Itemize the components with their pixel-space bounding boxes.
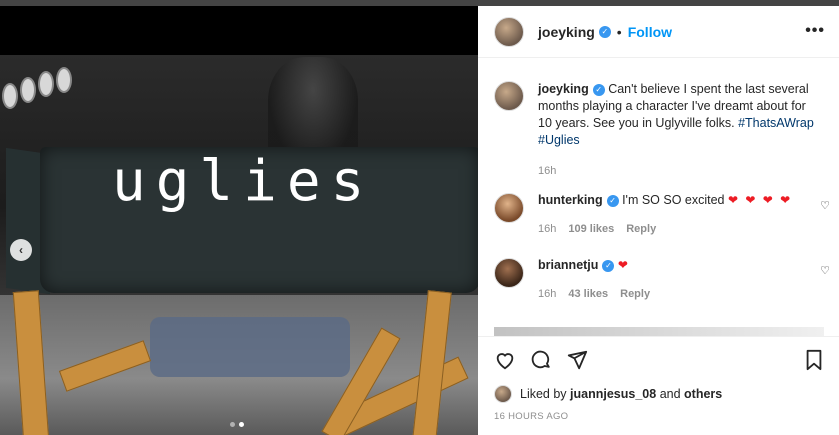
post-header: joeyking ✓ • Follow •••: [478, 6, 839, 58]
liker-avatar[interactable]: [494, 385, 512, 403]
verified-icon: ✓: [602, 259, 615, 272]
carousel-dot: [230, 422, 235, 427]
post-timestamp[interactable]: 16 HOURS AGO: [494, 411, 568, 422]
like-comment-icon[interactable]: ♡: [820, 199, 830, 212]
save-button[interactable]: [803, 349, 825, 371]
comment-likes[interactable]: 109 likes: [568, 223, 614, 235]
more-options-icon[interactable]: •••: [805, 22, 825, 40]
post-caption: joeyking ✓ Can't believe I spent the last…: [494, 81, 824, 180]
comment-time: 16h: [538, 223, 557, 235]
liked-mid: and: [659, 387, 681, 401]
comment-likes[interactable]: 43 likes: [568, 288, 608, 300]
comment-time: 16h: [538, 288, 557, 300]
comment-icon: [531, 350, 550, 369]
heart-emojis: ❤: [617, 258, 630, 272]
header-separator: •: [616, 23, 622, 40]
liked-prefix: Liked by: [520, 387, 567, 401]
liked-by: Liked by juannjesus_08 and others: [494, 385, 722, 403]
verified-icon: ✓: [592, 83, 605, 96]
share-button[interactable]: [566, 349, 588, 371]
chair-lettering: uglies: [112, 149, 375, 214]
author-avatar[interactable]: [494, 16, 524, 47]
like-comment-icon[interactable]: ♡: [820, 264, 830, 277]
liked-user[interactable]: juannjesus_08: [570, 387, 656, 401]
floor-mat: [150, 317, 350, 377]
comments-list[interactable]: joeyking ✓ Can't believe I spent the last…: [478, 59, 839, 336]
post-side-panel: joeyking ✓ • Follow ••• joeyking ✓ Can't …: [478, 6, 839, 435]
post-media[interactable]: uglies ‹: [0, 6, 478, 435]
comment-item: briannetju ✓ ❤ 16h 43 likes Reply ♡: [494, 258, 830, 300]
author-username[interactable]: joeyking: [538, 24, 595, 40]
comment-button[interactable]: [530, 349, 552, 371]
verified-icon: ✓: [606, 194, 619, 207]
reply-button[interactable]: Reply: [620, 288, 650, 300]
bookmark-icon: [806, 349, 822, 371]
heart-emojis: ❤ ❤ ❤ ❤: [727, 193, 793, 207]
send-icon: [567, 350, 588, 370]
comment-avatar[interactable]: [494, 193, 524, 223]
liked-others[interactable]: others: [684, 387, 722, 401]
comment-avatar[interactable]: [494, 258, 524, 288]
like-button[interactable]: [494, 349, 516, 371]
comment-username[interactable]: briannetju: [538, 258, 598, 272]
next-comment-partial: [494, 327, 824, 336]
caption-time: 16h: [538, 165, 557, 177]
comment-item: hunterking ✓ I'm SO SO excited ❤ ❤ ❤ ❤ 16…: [494, 193, 830, 235]
reply-button[interactable]: Reply: [626, 223, 656, 235]
carousel-dots: [230, 422, 244, 427]
post-photo: [0, 55, 478, 435]
comment-username[interactable]: hunterking: [538, 193, 603, 207]
heart-icon: [496, 353, 514, 370]
background-lights: [2, 63, 92, 109]
comment-text: I'm SO SO excited: [622, 193, 725, 207]
caption-avatar[interactable]: [494, 81, 524, 111]
post-actions: Liked by juannjesus_08 and others 16 HOU…: [478, 336, 839, 435]
follow-button[interactable]: Follow: [628, 24, 672, 40]
carousel-dot-active: [239, 422, 244, 427]
carousel-prev-button[interactable]: ‹: [10, 239, 32, 261]
caption-username[interactable]: joeyking: [538, 82, 589, 96]
chevron-left-icon: ‹: [19, 243, 23, 257]
verified-icon: ✓: [598, 25, 611, 38]
